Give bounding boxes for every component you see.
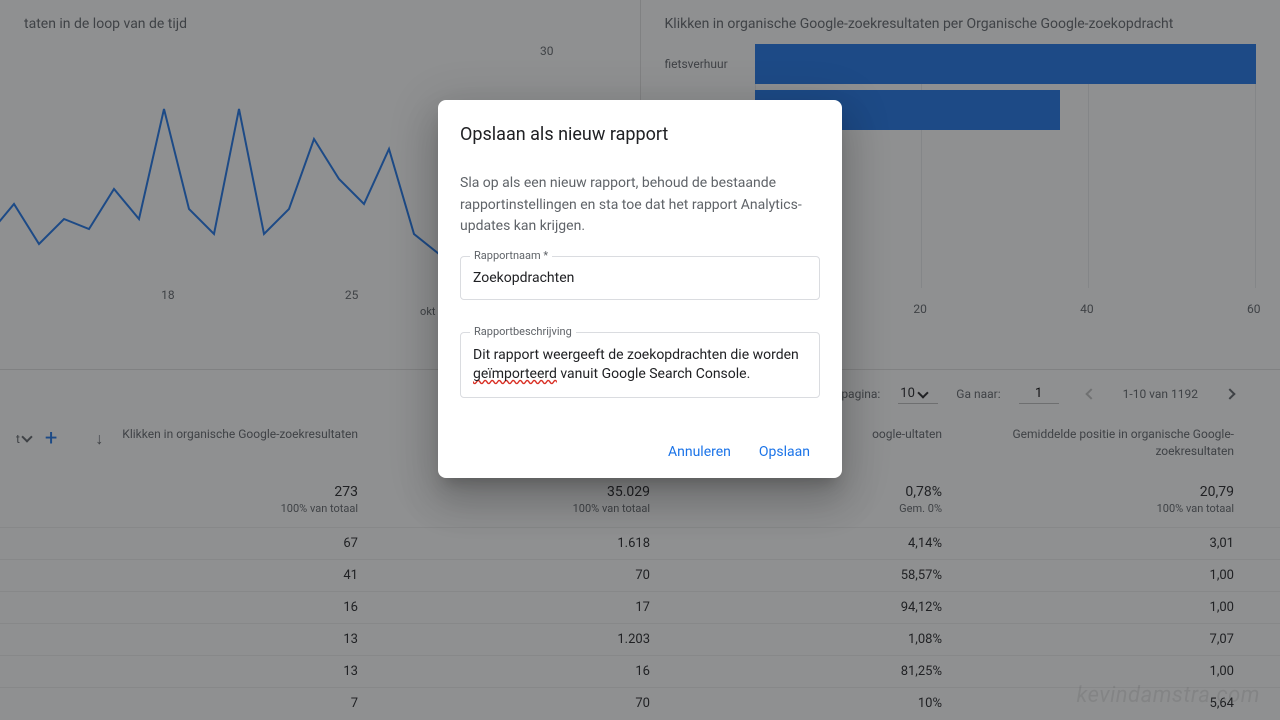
report-description-label: Rapportbeschrijving — [470, 325, 576, 338]
dialog-title: Opslaan als nieuw rapport — [460, 124, 820, 145]
save-report-dialog: Opslaan als nieuw rapport Sla op als een… — [438, 100, 842, 478]
modal-overlay[interactable]: Opslaan als nieuw rapport Sla op als een… — [0, 0, 1280, 720]
report-name-input[interactable] — [460, 256, 820, 300]
save-button[interactable]: Opslaan — [749, 436, 820, 468]
report-name-label: Rapportnaam * — [470, 249, 552, 262]
cancel-button[interactable]: Annuleren — [658, 436, 741, 468]
dialog-description: Sla op als een nieuw rapport, behoud de … — [460, 173, 820, 238]
report-description-input[interactable]: Dit rapport weergeeft de zoekopdrachten … — [460, 332, 820, 398]
